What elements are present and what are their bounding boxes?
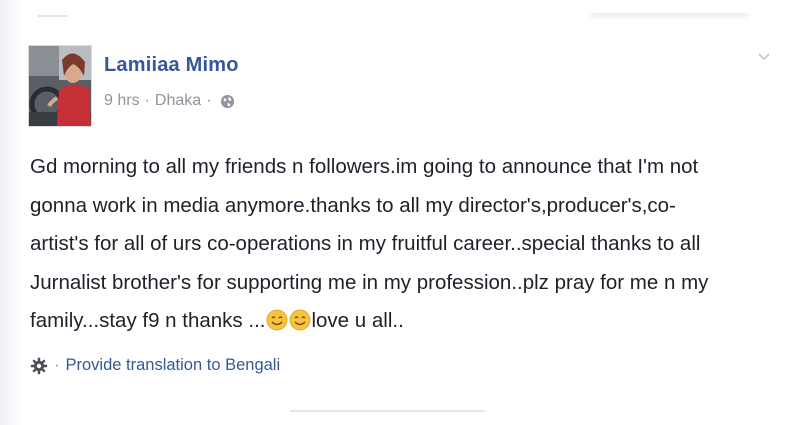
- smiley-emoji-icon: [289, 309, 311, 331]
- post-body-line: artist's for all of urs co-operations in…: [30, 232, 701, 256]
- post-time[interactable]: 9 hrs: [104, 92, 140, 110]
- avatar-photo: [29, 46, 91, 126]
- post-meta: 9 hrs · Dhaka ·: [104, 92, 235, 110]
- post-body-line: Jurnalist brother's for supporting me in…: [30, 270, 709, 294]
- globe-icon[interactable]: [220, 94, 235, 109]
- smiley-emoji-icon: [266, 309, 288, 331]
- avatar[interactable]: [28, 45, 92, 127]
- meta-separator: ·: [144, 92, 150, 109]
- translation-row: · Provide translation to Bengali: [30, 356, 280, 375]
- post-location[interactable]: Dhaka: [155, 92, 201, 110]
- top-divider: [38, 15, 68, 17]
- post-body: Gd morning to all my friends n followers…: [30, 148, 775, 341]
- gear-icon[interactable]: [30, 357, 48, 375]
- post-body-line: gonna work in media anymore.thanks to al…: [30, 193, 676, 217]
- chevron-down-icon[interactable]: [757, 50, 771, 64]
- top-divider-faded: [590, 13, 750, 21]
- post-body-text: love u all..: [311, 309, 404, 333]
- post-body-text: family...stay f9 n thanks ...: [30, 309, 266, 333]
- post-card: Lamiiaa Mimo 9 hrs · Dhaka · Gd morning …: [0, 0, 790, 425]
- meta-separator: ·: [206, 92, 212, 109]
- translate-link[interactable]: Provide translation to Bengali: [66, 356, 281, 375]
- bottom-divider: [290, 410, 485, 412]
- translation-separator: ·: [54, 356, 60, 374]
- post-body-line-last: family...stay f9 n thanks ... love u all…: [30, 302, 775, 341]
- post-body-line: Gd morning to all my friends n followers…: [30, 155, 699, 178]
- left-edge-shadow: [0, 0, 20, 425]
- author-name[interactable]: Lamiiaa Mimo: [104, 54, 239, 77]
